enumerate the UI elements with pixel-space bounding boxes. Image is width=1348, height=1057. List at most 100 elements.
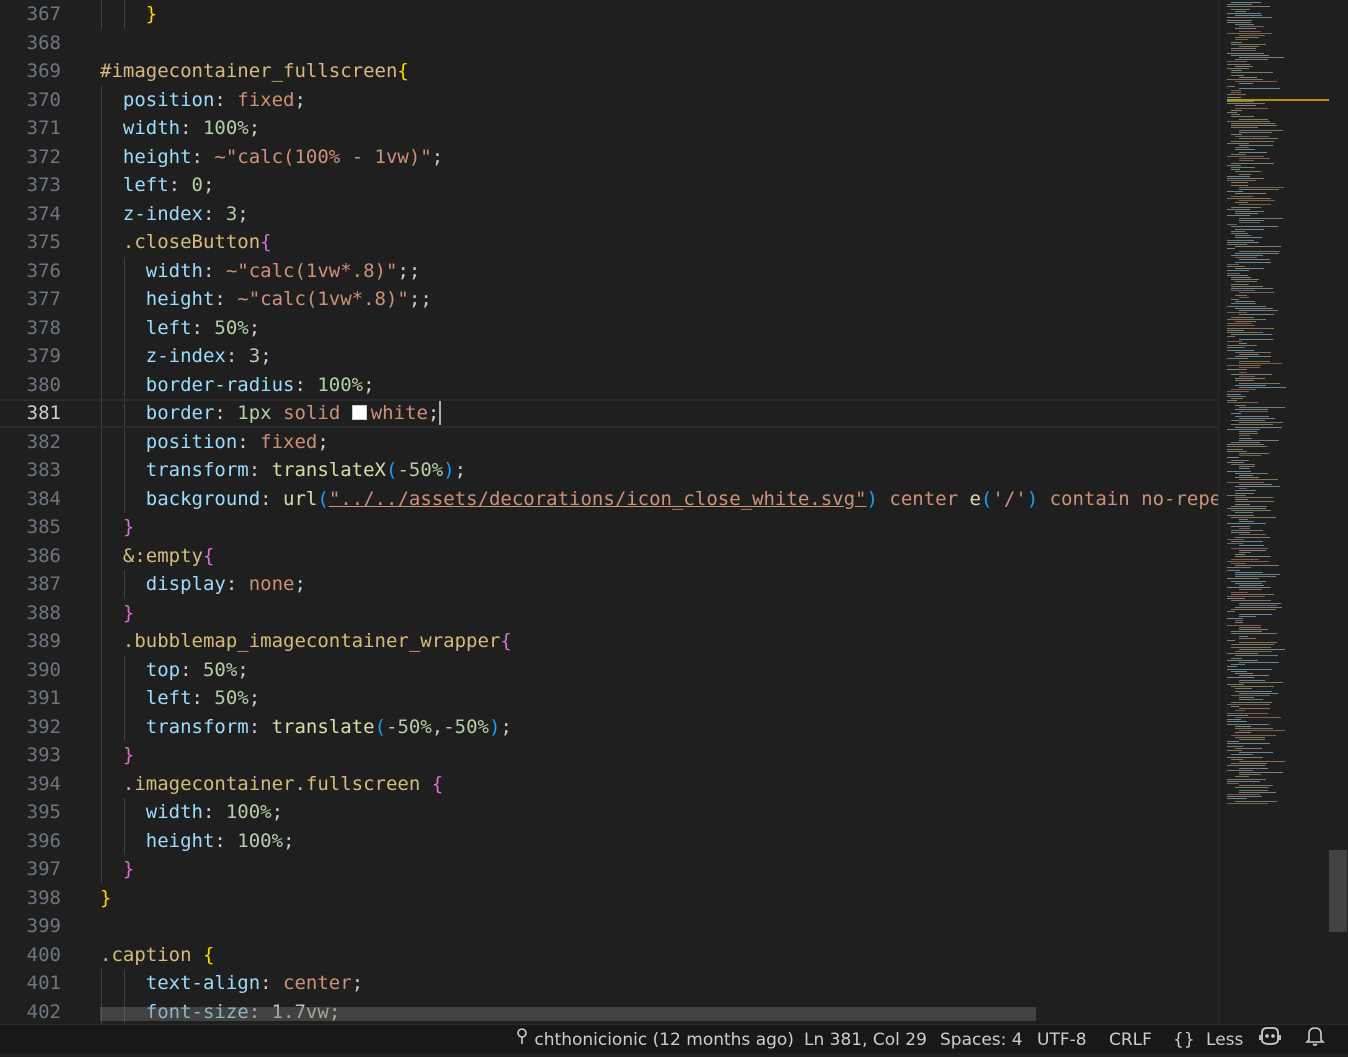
code-line[interactable]: 386 &:empty{: [0, 541, 1218, 571]
code-token: ;;: [397, 259, 421, 282]
code-line[interactable]: 377 height: ~"calc(1vw*.8)";;: [0, 285, 1218, 314]
minimap-line: [1235, 499, 1248, 501]
code-line[interactable]: 369 #imagecontainer_fullscreen{: [0, 57, 1218, 86]
minimap[interactable]: [1218, 0, 1348, 1024]
copilot-item[interactable]: [1258, 1025, 1282, 1053]
code-line[interactable]: 370 position: fixed;: [0, 85, 1218, 115]
code-token: center: [889, 487, 959, 510]
code-line[interactable]: 372 height: ~"calc(100% - 1vw)";: [0, 142, 1218, 171]
code-text: position: fixed;: [100, 86, 306, 115]
minimap-line: [1227, 743, 1270, 745]
minimap-line: [1239, 138, 1278, 140]
code-token: contain: [1049, 487, 1130, 510]
code-line[interactable]: 384 background: url("../../assets/decora…: [0, 484, 1218, 513]
minimap-line: [1227, 327, 1274, 329]
code-line[interactable]: 385 }: [0, 513, 1218, 542]
line-number: 372: [26, 145, 61, 168]
code-line[interactable]: 388 }: [0, 598, 1218, 627]
code-line[interactable]: 367 }: [0, 0, 1218, 29]
code-token: z-index: [100, 202, 203, 225]
code-line[interactable]: 401 text-align: center;: [0, 969, 1218, 998]
code-token: :: [202, 259, 226, 282]
minimap-line: [1235, 512, 1253, 514]
code-line[interactable]: 379 z-index: 3;: [0, 342, 1218, 371]
code-text: height: 100%;: [100, 827, 295, 856]
code-line[interactable]: 374 z-index: 3;: [0, 199, 1218, 228]
minimap-line: [1231, 754, 1253, 756]
copilot-icon: [1258, 1025, 1282, 1057]
minimap-line: [1231, 398, 1243, 399]
minimap-line: [1231, 2, 1261, 3]
code-token: no-repeat: [1141, 487, 1218, 510]
minimap-line: [1227, 68, 1249, 69]
code-line[interactable]: 378 left: 50%;: [0, 313, 1218, 342]
code-text: &:empty{: [100, 542, 215, 571]
code-line[interactable]: 380 border-radius: 100%;: [0, 370, 1218, 399]
minimap-line: [1227, 780, 1260, 782]
code-token: ;: [237, 202, 249, 225]
code-line[interactable]: 395 width: 100%;: [0, 798, 1218, 827]
code-token: :: [214, 402, 238, 424]
minimap-line: [1235, 237, 1262, 239]
code-line[interactable]: 393 }: [0, 741, 1218, 770]
minimap-line: [1227, 494, 1246, 496]
minimap-line: [1239, 767, 1268, 769]
cursor-position-item[interactable]: Ln 381, Col 29: [804, 1025, 927, 1053]
code-line[interactable]: 381 border: 1px solid white;: [0, 399, 1218, 428]
minimap-line: [1227, 723, 1269, 725]
code-text: .caption {: [100, 941, 214, 970]
git-blame-item[interactable]: chthonicionic (12 months ago): [515, 1025, 794, 1053]
code-line[interactable]: 382 position: fixed;: [0, 427, 1218, 457]
code-token: 3: [248, 345, 261, 367]
code-line[interactable]: 383 transform: translateX(-50%);: [0, 456, 1218, 485]
minimap-line: [1227, 349, 1254, 351]
line-ending-item[interactable]: CRLF: [1109, 1025, 1152, 1053]
code-line[interactable]: 397 }: [0, 855, 1218, 884]
code-line[interactable]: 398}: [0, 884, 1218, 913]
code-line[interactable]: 400 .caption {: [0, 941, 1218, 970]
code-line[interactable]: 387 display: none;: [0, 570, 1218, 599]
code-line[interactable]: 368: [0, 29, 1218, 58]
code-line[interactable]: 373 left: 0;: [0, 171, 1218, 200]
minimap-line: [1227, 446, 1267, 448]
color-swatch-white[interactable]: [351, 405, 367, 420]
code-line[interactable]: 399: [0, 912, 1218, 941]
code-line[interactable]: 396 height: 100%;: [0, 826, 1218, 856]
code-editor[interactable]: 367 } 368 369 #imagecontainer_fullscreen{37…: [0, 0, 1218, 1024]
minimap-line: [1231, 116, 1254, 118]
minimap-line: [1227, 263, 1239, 265]
minimap-line: [1231, 299, 1239, 300]
code-token: fixed: [237, 88, 295, 111]
minimap-line: [1235, 503, 1250, 505]
notifications-item[interactable]: [1305, 1025, 1325, 1053]
code-text: position: fixed;: [100, 428, 329, 457]
horizontal-scrollbar[interactable]: [100, 1007, 1036, 1021]
code-line[interactable]: 394 .imagecontainer.fullscreen {: [0, 769, 1218, 798]
minimap-line: [1235, 281, 1257, 283]
language-mode-item[interactable]: {} Less: [1173, 1025, 1243, 1053]
code-line[interactable]: 392 transform: translate(-50%,-50%);: [0, 712, 1218, 741]
encoding-item[interactable]: UTF-8: [1037, 1025, 1087, 1053]
minimap-slider[interactable]: [1329, 850, 1347, 932]
minimap-line: [1239, 367, 1260, 369]
code-line[interactable]: 391 left: 50%;: [0, 684, 1218, 713]
minimap-line: [1239, 310, 1278, 311]
code-line[interactable]: 376 width: ~"calc(1vw*.8)";;: [0, 256, 1218, 285]
code-line[interactable]: 375 .closeButton{: [0, 228, 1218, 257]
minimap-line: [1239, 648, 1285, 650]
minimap-line: [1235, 301, 1255, 303]
indentation-item[interactable]: Spaces: 4: [940, 1025, 1023, 1053]
minimap-line: [1239, 629, 1268, 630]
code-line[interactable]: 390 top: 50%;: [0, 655, 1218, 684]
minimap-line: [1231, 288, 1273, 289]
minimap-line: [1227, 756, 1263, 758]
code-line[interactable]: 371 width: 100%;: [0, 114, 1218, 143]
code-line[interactable]: 389 .bubblemap_imagecontainer_wrapper{: [0, 627, 1218, 656]
git-commit-icon: [515, 1025, 529, 1055]
minimap-line: [1239, 129, 1283, 131]
code-token: ;: [351, 972, 364, 994]
line-number: 380: [26, 373, 61, 396]
minimap-line: [1231, 70, 1242, 72]
